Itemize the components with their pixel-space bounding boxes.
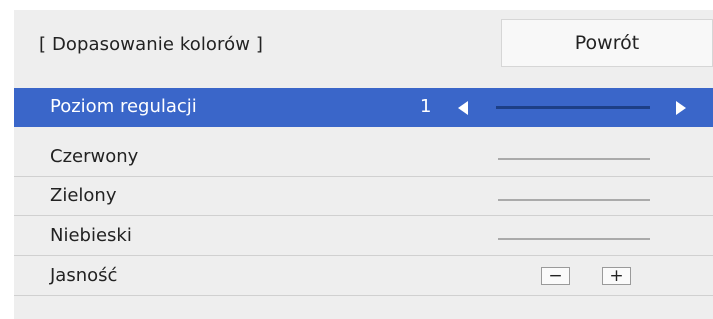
row-adjustment-level[interactable]: Poziom regulacji 1 [14, 88, 713, 127]
row-label: Czerwony [50, 146, 139, 167]
row-red[interactable]: Czerwony [14, 138, 713, 177]
adjustment-level-value: 1 [420, 96, 432, 117]
blue-slider[interactable] [498, 238, 650, 240]
row-blue[interactable]: Niebieski [14, 217, 713, 256]
color-adjustment-panel: [ Dopasowanie kolorów ] Powrót Poziom re… [14, 10, 713, 319]
plus-button[interactable]: + [602, 267, 631, 285]
row-label: Zielony [50, 185, 117, 206]
row-label: Poziom regulacji [50, 96, 197, 117]
row-brightness[interactable]: Jasność − + [14, 257, 713, 296]
back-button[interactable]: Powrót [501, 19, 713, 67]
green-slider[interactable] [498, 199, 650, 201]
arrow-left-icon[interactable] [458, 101, 468, 115]
row-label: Niebieski [50, 225, 132, 246]
arrow-right-icon[interactable] [676, 101, 686, 115]
row-green[interactable]: Zielony [14, 177, 713, 216]
panel-title: [ Dopasowanie kolorów ] [39, 34, 264, 55]
row-label: Jasność [50, 265, 118, 286]
adjustment-level-slider[interactable] [496, 106, 650, 109]
red-slider[interactable] [498, 158, 650, 160]
minus-button[interactable]: − [541, 267, 570, 285]
